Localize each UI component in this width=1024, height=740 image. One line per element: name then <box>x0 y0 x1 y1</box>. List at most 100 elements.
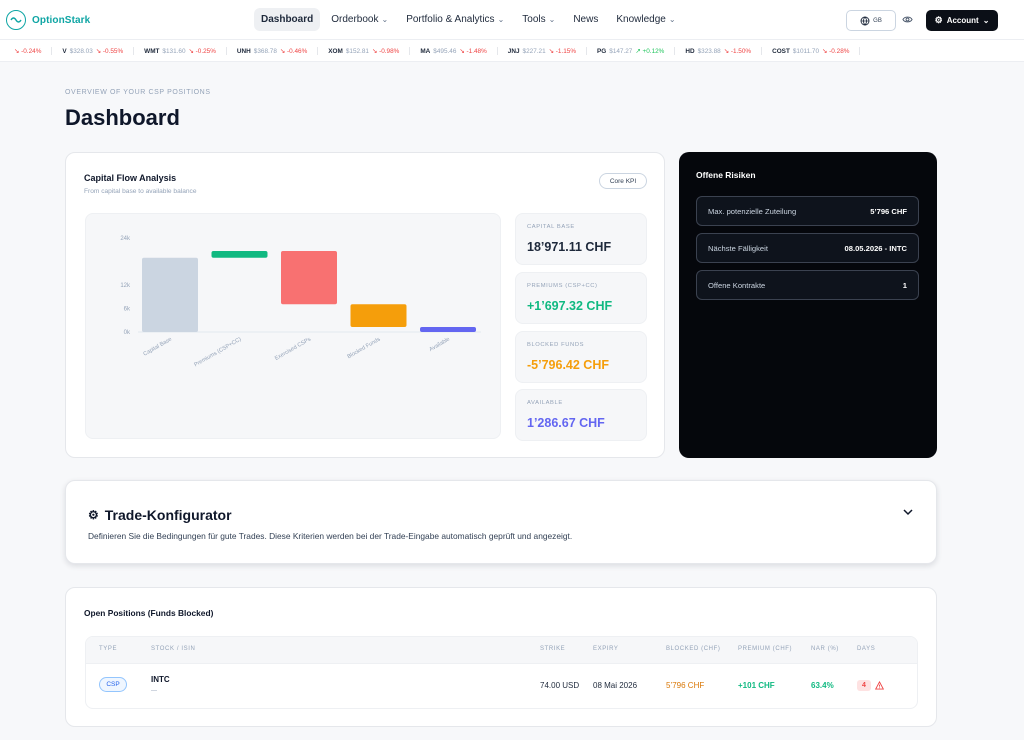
kpi-value: -5’796.42 CHF <box>527 358 609 372</box>
trade-configurator-title: Trade-Konfigurator <box>104 507 232 523</box>
kpi-label: BLOCKED FUNDS <box>527 342 585 348</box>
y-tick-label: 12k <box>120 283 131 289</box>
stock-ticker: ↘ -0.24% V $328.03 ↘ -0.55% WMT $131.60 ↘ -0.2… <box>0 40 1024 62</box>
nav-portfolio-analytics[interactable]: Portfolio & Analytics ⌄ <box>399 8 511 31</box>
risks-title: Offene Risiken <box>696 170 756 180</box>
ticker-symbol: PG <box>597 47 607 55</box>
ticker-symbol: WMT <box>144 47 160 55</box>
risk-label: Nächste Fälligkeit <box>708 244 768 253</box>
ticker-item[interactable]: WMT $131.60 ↘ -0.25% <box>134 47 227 55</box>
stock-isin: — <box>151 688 157 694</box>
column-header: BLOCKED (CHF) <box>666 646 721 652</box>
ticker-item[interactable]: JNJ $227.21 ↘ -1.15% <box>498 47 588 55</box>
trade-configurator-card[interactable]: ⚙ Trade-Konfigurator Definieren Sie die … <box>65 480 937 564</box>
ticker-item[interactable]: MA $495.46 ↘ -1.48% <box>410 47 498 55</box>
ticker-price: $147.27 <box>609 47 633 55</box>
kpi-premiums: PREMIUMS (CSP+CC) +1’697.32 CHF <box>515 272 647 324</box>
ticker-item[interactable]: V $328.03 ↘ -0.55% <box>52 47 135 55</box>
risk-row-next-expiry: Nächste Fälligkeit 08.05.2026 - INTC <box>696 233 919 263</box>
nav-dashboard[interactable]: Dashboard <box>254 8 321 31</box>
kpi-value: 1’286.67 CHF <box>527 416 605 430</box>
ticker-change: ↘ -0.28% <box>822 48 850 55</box>
ticker-price: $323.88 <box>697 47 721 55</box>
kpi-blocked-funds: BLOCKED FUNDS -5’796.42 CHF <box>515 331 647 383</box>
eye-icon[interactable] <box>902 14 913 25</box>
language-code: GB <box>873 17 882 24</box>
column-header: DAYS <box>857 646 876 652</box>
kpi-label: AVAILABLE <box>527 400 563 406</box>
nav-knowledge[interactable]: Knowledge ⌄ <box>609 8 682 31</box>
account-label: Account <box>946 16 979 25</box>
kpi-value: +1’697.32 CHF <box>527 299 613 313</box>
risk-row-open-contracts: Offene Kontrakte 1 <box>696 270 919 300</box>
nav-tools[interactable]: Tools ⌄ <box>515 8 562 31</box>
ticker-change: ↘ -0.46% <box>279 48 308 55</box>
days-badge: 4 <box>857 680 871 691</box>
ticker-change: ↘ -1.15% <box>548 48 577 55</box>
ticker-change: ↘ -1.50% <box>723 48 752 55</box>
risk-value: 5’796 CHF <box>870 207 907 216</box>
gear-icon: ⚙ <box>88 508 99 522</box>
trade-configurator-description: Definieren Sie die Bedingungen für gute … <box>88 531 573 541</box>
kpi-value: 18’971.11 CHF <box>527 240 612 254</box>
y-tick-label: 6k <box>124 307 131 313</box>
waterfall-bar[interactable] <box>142 257 198 332</box>
blocked-value: 5’796 CHF <box>666 681 705 690</box>
column-header: NAR (%) <box>811 646 839 652</box>
language-button[interactable]: GB <box>846 10 896 31</box>
account-button[interactable]: ⚙ Account ⌄ <box>926 10 998 31</box>
ticker-change: ↘ -0.98% <box>371 48 400 55</box>
card-subtitle: From capital base to available balance <box>84 188 197 195</box>
waterfall-bar[interactable] <box>350 304 407 327</box>
nar-value: 63.4% <box>811 681 834 690</box>
risk-label: Max. potenzielle Zuteilung <box>708 207 797 216</box>
app-name: OptionStark <box>32 14 91 26</box>
open-risks-card: Offene Risiken Max. potenzielle Zuteilun… <box>679 152 937 458</box>
logo-wave-icon <box>6 10 26 30</box>
stock-symbol[interactable]: INTC <box>151 675 170 684</box>
column-header: STOCK / ISIN <box>151 646 196 652</box>
nav-label: Knowledge <box>616 14 666 25</box>
nav-label: Portfolio & Analytics <box>406 14 495 25</box>
ticker-price: $368.78 <box>253 47 277 55</box>
x-tick-label: Premiums (CSP+CC) <box>193 336 242 368</box>
waterfall-bar[interactable] <box>420 326 476 332</box>
waterfall-bar[interactable] <box>281 251 337 305</box>
ticker-item[interactable]: UNH $368.78 ↘ -0.46% <box>227 47 319 55</box>
risk-row-max-allocation: Max. potenzielle Zuteilung 5’796 CHF <box>696 196 919 226</box>
kpi-label: PREMIUMS (CSP+CC) <box>527 283 598 289</box>
warning-icon <box>875 681 884 690</box>
column-header: TYPE <box>99 646 118 652</box>
chevron-down-icon: ⌄ <box>982 16 990 25</box>
column-header: EXPIRY <box>593 646 619 652</box>
top-navbar: OptionStark Dashboard Orderbook ⌄ Portfol… <box>0 0 1024 40</box>
nav-news[interactable]: News <box>566 8 605 31</box>
ticker-item[interactable]: ↘ -0.24% <box>4 47 53 55</box>
core-kpi-badge: Core KPI <box>599 173 647 189</box>
ticker-symbol: JNJ <box>507 47 520 55</box>
ticker-item[interactable]: PG $147.27 ↗ +0.12% <box>587 47 676 55</box>
ticker-price: $227.21 <box>522 47 546 55</box>
ticker-item[interactable]: HD $323.88 ↘ -1.50% <box>675 47 763 55</box>
kpi-available: AVAILABLE 1’286.67 CHF <box>515 389 647 441</box>
page-title: Dashboard <box>65 105 180 130</box>
waterfall-bar[interactable] <box>211 251 268 258</box>
ticker-item[interactable]: XOM $152.81 ↘ -0.98% <box>318 47 411 55</box>
type-badge: CSP <box>99 677 127 692</box>
strike-value: 74.00 USD <box>540 681 580 690</box>
logo[interactable]: OptionStark <box>6 10 90 30</box>
ticker-change: ↘ -0.25% <box>188 48 216 55</box>
table-header: TYPE STOCK / ISIN STRIKE EXPIRY BLOCKED … <box>86 637 917 664</box>
ticker-symbol: XOM <box>328 47 343 55</box>
column-header: STRIKE <box>540 646 566 652</box>
nav-label: Dashboard <box>261 14 314 25</box>
ticker-symbol: HD <box>685 47 695 55</box>
kpi-capital-base: CAPITAL BASE 18’971.11 CHF <box>515 213 647 265</box>
ticker-track: ↘ -0.24% V $328.03 ↘ -0.55% WMT $131.60 ↘ -0.2… <box>4 40 861 61</box>
column-header: PREMIUM (CHF) <box>738 646 793 652</box>
nav-orderbook[interactable]: Orderbook ⌄ <box>324 8 395 31</box>
ticker-item[interactable]: COST $1011.70 ↘ -0.28% <box>762 47 861 55</box>
gear-icon: ⚙ <box>934 15 943 25</box>
chevron-down-icon[interactable] <box>902 507 914 517</box>
nav-label: News <box>573 14 599 25</box>
